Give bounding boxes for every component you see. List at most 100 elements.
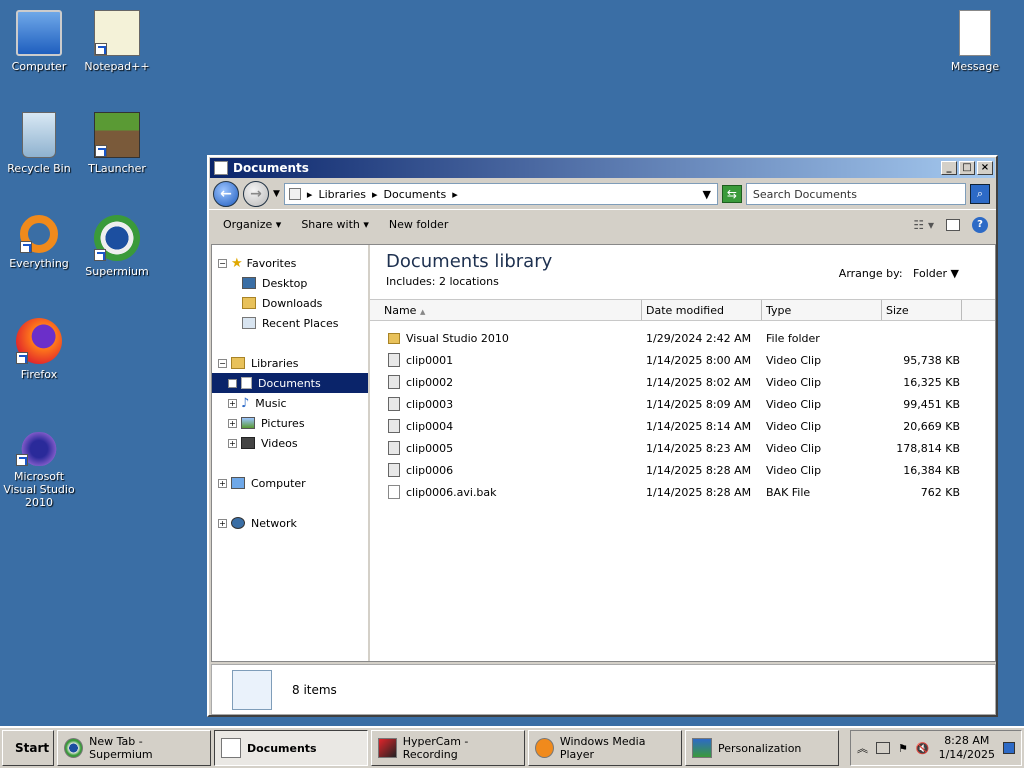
video-file-icon: [388, 397, 400, 411]
video-file-icon: [388, 353, 400, 367]
taskbar-item-documents[interactable]: Documents: [214, 730, 368, 766]
desktop-icon-message[interactable]: Message: [936, 10, 1014, 73]
explorer-window: Documents _ □ × ← → ▼ ▸ Libraries ▸ Docu…: [207, 155, 998, 717]
folder-icon: [388, 332, 400, 344]
breadcrumb-documents[interactable]: Documents: [384, 188, 447, 201]
search-icon[interactable]: ⌕: [969, 184, 990, 204]
recycle-bin-icon: [22, 112, 56, 158]
expand-icon[interactable]: +: [228, 418, 237, 428]
clock[interactable]: 8:28 AM 1/14/2025: [939, 734, 995, 762]
taskbar-item-media-player[interactable]: Windows Media Player: [528, 730, 682, 766]
nav-desktop[interactable]: Desktop: [212, 273, 368, 293]
desktop-icon-visual-studio[interactable]: Microsoft Visual Studio 2010: [0, 432, 78, 509]
desktop-icon-supermium[interactable]: Supermium: [78, 215, 156, 278]
expand-icon[interactable]: +: [228, 378, 237, 388]
file-row[interactable]: clip0002 1/14/2025 8:02 AM Video Clip 16…: [370, 371, 995, 393]
address-dropdown-icon[interactable]: ▼: [702, 188, 710, 201]
videos-icon: [241, 437, 255, 449]
search-placeholder: Search Documents: [752, 187, 857, 201]
library-icon: [288, 188, 301, 200]
volume-muted-icon[interactable]: 🔇: [916, 742, 930, 755]
recent-places-icon: [242, 317, 256, 329]
sort-arrow-icon: ▲: [419, 308, 426, 316]
file-row[interactable]: clip0005 1/14/2025 8:23 AM Video Clip 17…: [370, 437, 995, 459]
libraries-icon: [231, 357, 245, 369]
collapse-icon[interactable]: −: [218, 258, 227, 268]
video-file-icon: [388, 441, 400, 455]
nav-favorites[interactable]: − ★ Favorites: [212, 253, 368, 273]
nav-libraries[interactable]: − Libraries: [212, 353, 368, 373]
column-size[interactable]: Size: [882, 300, 962, 320]
new-folder-button[interactable]: New folder: [389, 218, 448, 231]
column-name[interactable]: Name ▲: [370, 300, 642, 320]
nav-downloads[interactable]: Downloads: [212, 293, 368, 313]
breadcrumb-separator-icon[interactable]: ▸: [307, 188, 313, 201]
file-row[interactable]: clip0004 1/14/2025 8:14 AM Video Clip 20…: [370, 415, 995, 437]
column-date-modified[interactable]: Date modified: [642, 300, 762, 320]
forward-button[interactable]: →: [243, 181, 269, 207]
video-file-icon: [388, 419, 400, 433]
view-options-icon[interactable]: ☷ ▾: [913, 218, 934, 232]
history-dropdown-icon[interactable]: ▼: [273, 189, 280, 199]
minimize-button[interactable]: _: [941, 161, 957, 175]
item-count: 8 items: [292, 682, 337, 697]
desktop-icon-everything[interactable]: Everything: [0, 215, 78, 270]
window-title: Documents: [233, 161, 309, 175]
refresh-button[interactable]: ⇆: [721, 185, 742, 203]
organize-button[interactable]: Organize ▾: [223, 218, 281, 231]
hypercam-icon: [378, 738, 397, 758]
expand-icon[interactable]: +: [228, 438, 237, 448]
taskbar-item-supermium[interactable]: New Tab - Supermium: [57, 730, 211, 766]
help-icon[interactable]: ?: [972, 216, 988, 233]
command-bar: Organize ▾ Share with ▾ New folder ☷ ▾ ?: [209, 209, 996, 239]
supermium-icon: [94, 215, 140, 261]
maximize-button[interactable]: □: [959, 161, 975, 175]
breadcrumb-separator-icon[interactable]: ▸: [372, 188, 378, 201]
search-input[interactable]: Search Documents: [745, 183, 966, 205]
pictures-icon: [241, 417, 255, 429]
column-type[interactable]: Type: [762, 300, 882, 320]
video-file-icon: [388, 463, 400, 477]
show-hidden-icons-icon[interactable]: ︽: [857, 740, 868, 756]
title-bar[interactable]: Documents _ □ ×: [210, 158, 995, 178]
nav-videos[interactable]: + Videos: [212, 433, 368, 453]
expand-icon[interactable]: +: [218, 518, 227, 528]
expand-icon[interactable]: +: [218, 478, 227, 488]
file-row[interactable]: clip0003 1/14/2025 8:09 AM Video Clip 99…: [370, 393, 995, 415]
arrange-by: Arrange by: Folder ▼: [838, 267, 959, 280]
breadcrumb-libraries[interactable]: Libraries: [318, 188, 366, 201]
close-button[interactable]: ×: [977, 161, 993, 175]
desktop-icon-tlauncher[interactable]: TLauncher: [78, 112, 156, 175]
library-header: Documents library Includes: 2 locations …: [370, 245, 995, 299]
nav-music[interactable]: + ♪ Music: [212, 393, 368, 413]
file-row[interactable]: clip0006 1/14/2025 8:28 AM Video Clip 16…: [370, 459, 995, 481]
expand-icon[interactable]: +: [228, 398, 237, 408]
share-with-button[interactable]: Share with ▾: [301, 218, 369, 231]
back-button[interactable]: ←: [213, 181, 239, 207]
network-tray-icon[interactable]: [876, 742, 890, 754]
nav-computer[interactable]: + Computer: [212, 473, 368, 493]
breadcrumb-separator-icon[interactable]: ▸: [452, 188, 458, 201]
desktop-icon-recycle-bin[interactable]: Recycle Bin: [0, 112, 78, 175]
music-icon: ♪: [241, 395, 250, 411]
arrange-by-dropdown[interactable]: Folder ▼: [913, 267, 959, 280]
nav-documents[interactable]: + Documents: [212, 373, 368, 393]
nav-pictures[interactable]: + Pictures: [212, 413, 368, 433]
file-row[interactable]: clip0001 1/14/2025 8:00 AM Video Clip 95…: [370, 349, 995, 371]
collapse-icon[interactable]: −: [218, 358, 227, 368]
file-row[interactable]: Visual Studio 2010 1/29/2024 2:42 AM Fil…: [370, 327, 995, 349]
desktop-icon-firefox[interactable]: Firefox: [0, 318, 78, 381]
show-desktop-icon[interactable]: [1003, 742, 1015, 754]
taskbar-item-personalization[interactable]: Personalization: [685, 730, 839, 766]
action-center-flag-icon[interactable]: ⚑: [898, 742, 908, 755]
file-row[interactable]: clip0006.avi.bak 1/14/2025 8:28 AM BAK F…: [370, 481, 995, 503]
taskbar-item-hypercam[interactable]: HyperCam - Recording: [371, 730, 525, 766]
explorer-body: − ★ Favorites Desktop Downloads Recent P…: [211, 244, 996, 662]
desktop-icon-notepadpp[interactable]: Notepad++: [78, 10, 156, 73]
nav-recent-places[interactable]: Recent Places: [212, 313, 368, 333]
nav-network[interactable]: + Network: [212, 513, 368, 533]
address-bar[interactable]: ▸ Libraries ▸ Documents ▸ ▼: [283, 183, 718, 205]
start-button[interactable]: Start: [2, 730, 54, 766]
preview-pane-icon[interactable]: [946, 218, 960, 231]
desktop-icon-computer[interactable]: Computer: [0, 10, 78, 73]
